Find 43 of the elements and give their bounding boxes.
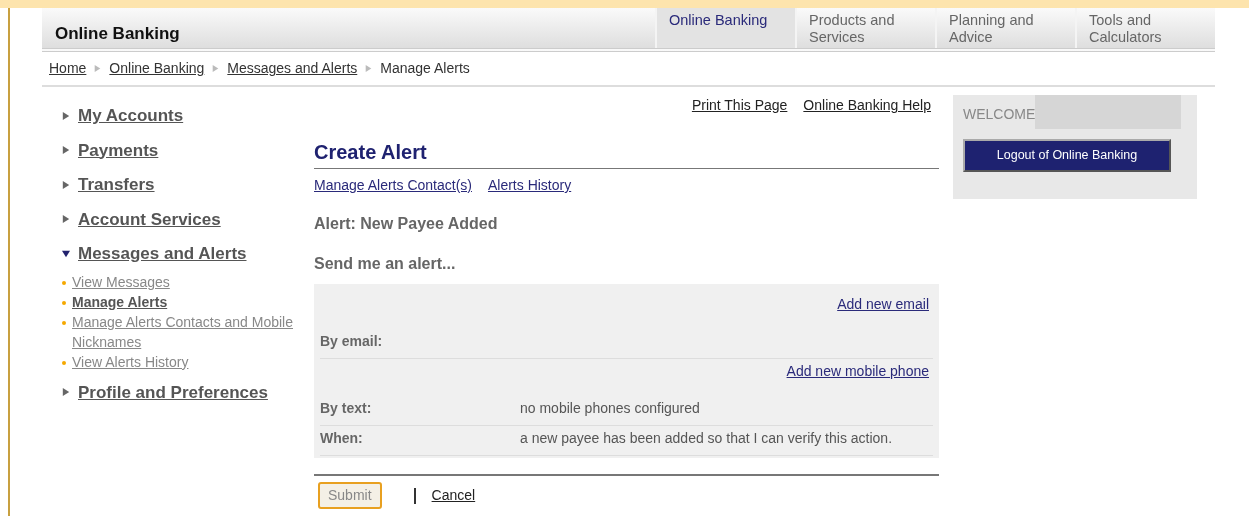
sidebar-link[interactable]: Account Services — [78, 206, 221, 232]
sidebar-sublink[interactable]: View Alerts History — [72, 351, 189, 372]
sub-link[interactable]: Manage Alerts Contact(s) — [314, 175, 472, 196]
separator-icon — [365, 65, 373, 72]
bullet-icon — [62, 300, 66, 305]
field-value: a new payee has been added so that I can verify this action. — [520, 429, 893, 448]
add-link[interactable]: Add new mobile phone — [786, 363, 929, 379]
separator-icon — [212, 65, 220, 72]
nav-tab[interactable]: Products and Services — [795, 8, 935, 48]
separator-icon — [94, 65, 102, 72]
sub-link[interactable]: Alerts History — [487, 175, 572, 196]
nav-tab[interactable]: Tools and Calculators — [1075, 8, 1215, 48]
bullet-icon — [62, 280, 66, 285]
breadcrumb-link[interactable]: Home — [49, 58, 87, 79]
nav-tab[interactable]: Planning and Advice — [935, 8, 1075, 48]
sidebar-sublink[interactable]: View Messages — [72, 271, 170, 292]
field-label: By text: — [320, 399, 373, 418]
welcome-label: WELCOME — [963, 105, 1036, 124]
add-link[interactable]: Add new email — [837, 296, 929, 312]
cancel-link[interactable]: Cancel — [431, 485, 476, 506]
page-title: Create Alert — [314, 140, 939, 169]
field-value: no mobile phones configured — [520, 399, 700, 418]
sidebar-link[interactable]: Transfers — [78, 172, 155, 198]
breadcrumb-current: Manage Alerts — [380, 59, 470, 78]
bullet-icon — [62, 320, 66, 325]
intro-text: Send me an alert... — [314, 254, 457, 274]
sidebar-sublink[interactable]: Manage Alerts Contacts and Mobile Nicknames — [72, 311, 304, 352]
breadcrumb-link[interactable]: Messages and Alerts — [227, 58, 358, 79]
logout-button[interactable]: Logout of Online Banking — [963, 139, 1171, 172]
utility-link[interactable]: Print This Page — [691, 95, 788, 116]
sidebar-link[interactable]: My Accounts — [78, 103, 184, 129]
site-title: Online Banking — [54, 23, 181, 45]
utility-link[interactable]: Online Banking Help — [803, 95, 931, 116]
field-label: When: — [320, 429, 364, 448]
sidebar-sublink[interactable]: Manage Alerts — [72, 291, 168, 312]
sidebar-link[interactable]: Payments — [78, 137, 159, 163]
bullet-icon — [62, 360, 66, 365]
alert-name: Alert: New Payee Added — [314, 214, 499, 234]
field-label: By email: — [320, 332, 384, 351]
sidebar-link[interactable]: Messages and Alerts — [78, 241, 247, 267]
nav-tab[interactable]: Online Banking — [655, 8, 795, 48]
sidebar-link[interactable]: Profile and Preferences — [78, 379, 268, 405]
breadcrumb-link[interactable]: Online Banking — [109, 58, 205, 79]
